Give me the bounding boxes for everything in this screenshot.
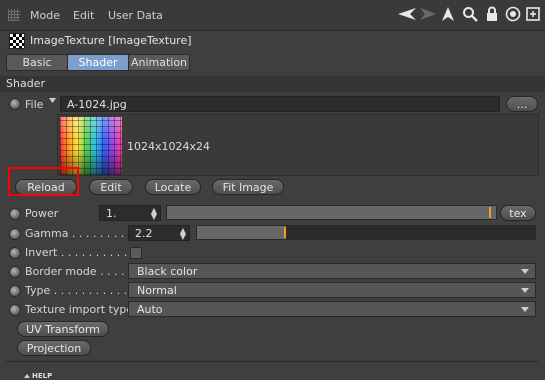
file-dropdown-arrow-icon[interactable] [49, 98, 56, 103]
type-dropdown[interactable]: Normal [128, 282, 536, 298]
tab-animation[interactable]: Animation [128, 54, 190, 71]
tab-basic[interactable]: Basic [6, 54, 68, 71]
menu-bar: Mode Edit User Data [0, 0, 545, 31]
invert-label: Invert . . . . . . . . . . . [25, 246, 135, 259]
power-stepper-icon[interactable]: ▲ ▼ [151, 207, 157, 221]
gamma-stepper-icon[interactable]: ▲ ▼ [180, 227, 186, 241]
chevron-down-icon [521, 307, 529, 312]
border-mode-value: Black color [137, 265, 198, 278]
menu-mode[interactable]: Mode [30, 9, 60, 22]
chevron-down-icon [521, 288, 529, 293]
back-arrow-icon[interactable] [396, 6, 418, 22]
edit-button[interactable]: Edit [89, 179, 133, 195]
gamma-value: 2.2 [135, 227, 153, 240]
gamma-animate-radio[interactable] [9, 228, 21, 240]
invert-checkbox[interactable] [130, 247, 142, 259]
type-value: Normal [137, 284, 177, 297]
locate-button[interactable]: Locate [145, 179, 201, 195]
texture-import-type-label: Texture import type [25, 303, 134, 316]
pointer-up-icon[interactable] [440, 6, 456, 22]
grip-icon [8, 9, 20, 21]
power-animate-radio[interactable] [9, 208, 21, 220]
texture-import-type-value: Auto [137, 303, 163, 316]
invert-animate-radio[interactable] [9, 247, 21, 259]
forward-arrow-icon[interactable] [418, 6, 438, 22]
tex-button[interactable]: tex [500, 205, 536, 221]
file-path-field[interactable]: A-1024.jpg [60, 96, 500, 112]
menu-user-data[interactable]: User Data [108, 9, 163, 22]
border-mode-label: Border mode . . . . . [25, 265, 132, 278]
border-mode-dropdown[interactable]: Black color [128, 263, 536, 279]
power-label: Power [25, 207, 59, 220]
image-resolution: 1024x1024x24 [127, 140, 211, 153]
projection-button[interactable]: Projection [17, 340, 91, 356]
gamma-label: Gamma . . . . . . . . . [25, 227, 132, 240]
tab-shader[interactable]: Shader [67, 54, 129, 71]
reload-highlight-box [8, 167, 79, 196]
uv-transform-button[interactable]: UV Transform [17, 321, 109, 337]
file-animate-radio[interactable] [9, 98, 21, 110]
type-animate-radio[interactable] [9, 285, 21, 297]
power-value: 1. [106, 207, 117, 220]
fit-image-button[interactable]: Fit Image [212, 179, 284, 195]
menu-edit[interactable]: Edit [73, 9, 94, 22]
border-mode-animate-radio[interactable] [9, 266, 21, 278]
search-icon[interactable] [462, 6, 478, 22]
file-label: File [25, 98, 44, 111]
gamma-slider[interactable] [196, 225, 536, 240]
expand-triangle-icon[interactable] [24, 374, 30, 378]
gamma-slider-knob[interactable] [284, 227, 286, 238]
browse-file-button[interactable]: ... [506, 96, 538, 112]
gamma-slider-empty [286, 226, 535, 239]
target-icon[interactable] [505, 6, 521, 22]
type-label: Type . . . . . . . . . . . . [25, 284, 135, 297]
object-title: ImageTexture [ImageTexture] [30, 34, 192, 47]
help-section-label[interactable]: HELP [32, 372, 52, 380]
section-title: Shader [0, 76, 545, 92]
power-slider[interactable] [166, 205, 497, 220]
power-slider-knob[interactable] [489, 207, 491, 218]
divider [6, 361, 538, 362]
power-value-field[interactable]: 1. ▲ ▼ [99, 205, 161, 221]
texture-import-type-dropdown[interactable]: Auto [128, 301, 536, 317]
texture-import-type-animate-radio[interactable] [9, 304, 21, 316]
chevron-down-icon [521, 269, 529, 274]
gamma-value-field[interactable]: 2.2 ▲ ▼ [128, 225, 190, 241]
new-window-icon[interactable] [525, 6, 541, 22]
lock-icon[interactable] [484, 6, 500, 22]
object-header: ImageTexture [ImageTexture] [0, 30, 545, 52]
checker-texture-icon [9, 33, 25, 49]
